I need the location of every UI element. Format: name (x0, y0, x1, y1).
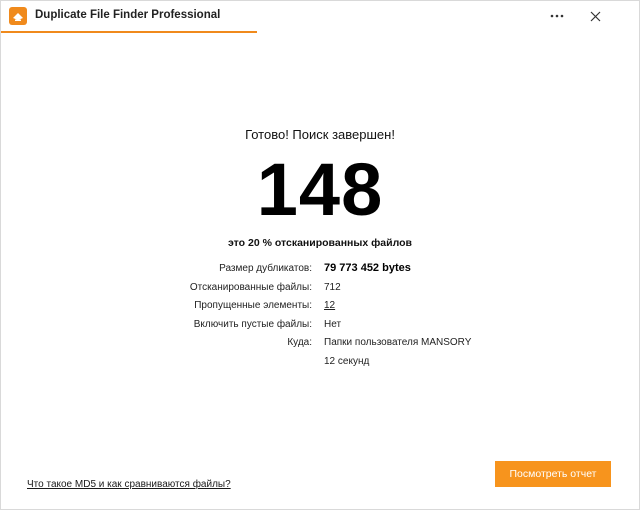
stat-row-duplicate-size: Размер дубликатов: 79 773 452 bytes (1, 259, 639, 278)
stat-label: Включить пустые файлы: (193, 318, 312, 330)
percent-scanned-text: это 20 % отсканированных файлов (227, 237, 412, 249)
stat-value: Нет (324, 318, 342, 330)
stats-list: Размер дубликатов: 79 773 452 bytes Отск… (1, 259, 639, 371)
md5-help-link[interactable]: Что такое MD5 и как сравниваются файлы? (27, 479, 231, 490)
stat-value: Папки пользователя MANSORY (324, 337, 472, 349)
more-options-button[interactable] (543, 5, 571, 27)
stat-row-scanned-files: Отсканированные файлы: 712 (1, 278, 639, 297)
stat-value: 712 (324, 281, 341, 293)
duplicate-count: 148 (256, 148, 384, 231)
stat-label: Размер дубликатов: (219, 263, 312, 274)
skipped-items-link[interactable]: 12 (324, 300, 335, 311)
stat-label: Отсканированные файлы: (189, 281, 312, 293)
app-window: Duplicate File Finder Professional Готов… (0, 0, 640, 510)
stat-label: Куда: (287, 337, 312, 349)
stat-row-duration: 12 секунд (1, 352, 639, 371)
result-heading: Готово! Поиск завершен! (245, 127, 395, 142)
more-dots-icon (550, 14, 564, 18)
close-button[interactable] (581, 5, 609, 27)
stat-row-skipped-items: Пропущенные элементы: 12 (1, 296, 639, 315)
stat-label: Пропущенные элементы: (194, 300, 312, 312)
stat-row-location: Куда: Папки пользователя MANSORY (1, 333, 639, 352)
app-logo-icon (9, 7, 27, 25)
view-report-button[interactable]: Посмотреть отчет (495, 461, 611, 487)
stat-row-empty-files: Включить пустые файлы: Нет (1, 315, 639, 334)
close-icon (590, 11, 601, 22)
title-accent-bar (1, 31, 257, 33)
stat-value: 12 секунд (324, 355, 370, 367)
window-title: Duplicate File Finder Professional (35, 9, 221, 21)
stat-value: 79 773 452 bytes (324, 262, 411, 274)
title-bar: Duplicate File Finder Professional (1, 1, 639, 31)
